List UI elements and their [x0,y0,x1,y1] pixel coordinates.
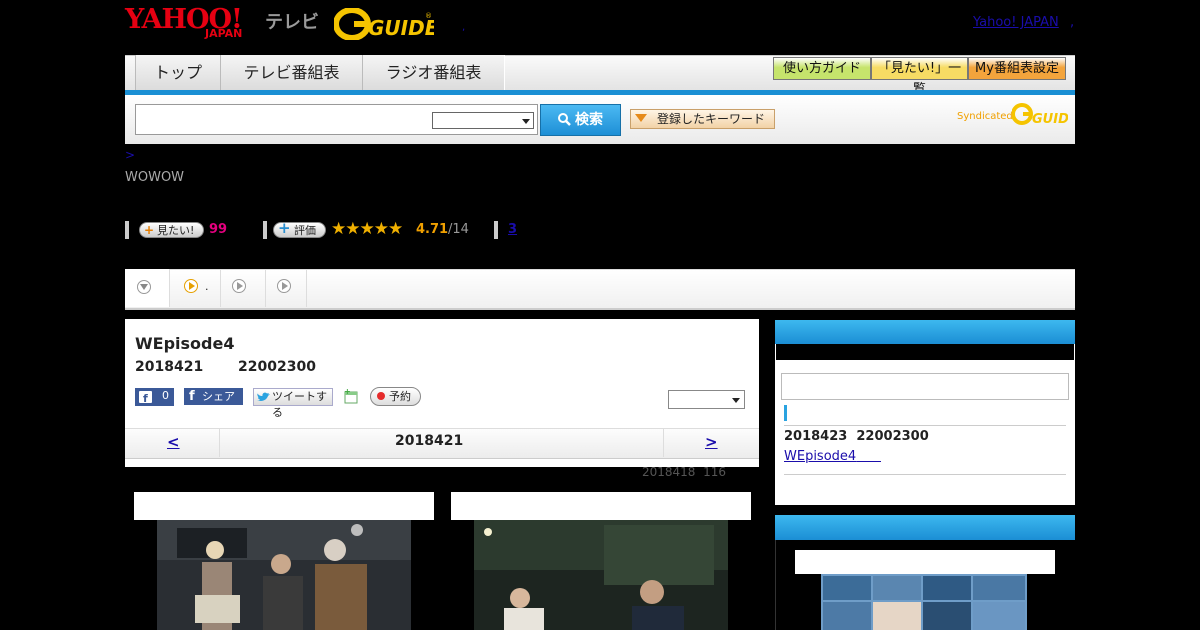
facebook-share-button[interactable]: f シェア [184,388,243,405]
chevron-down-icon [522,119,530,124]
update-meta: 2018418 116 [642,465,726,479]
rating-score: 4.71 [416,222,449,237]
update-count: 116 [703,465,726,479]
gguide-small-logo: GUIDE [1012,103,1068,126]
tab-3[interactable] [221,269,266,307]
nav-tab-radio-schedule[interactable]: ラジオ番組表 [362,55,505,90]
facebook-icon: f [189,389,195,404]
thumbnail-caption [134,492,434,520]
scene-photo[interactable] [157,520,411,630]
next-broadcast-datetime: 2018423 22002300 [784,429,929,444]
plus-icon: + [144,223,155,237]
svg-text:f: f [143,392,148,403]
facebook-like-count: 0 [162,389,169,402]
svg-text:+: + [344,388,351,396]
yahoo-japan-link[interactable]: Yahoo! JAPAN [973,15,1059,30]
sidebar-banner [776,344,1074,360]
mitai-label: 見たい! [157,224,195,237]
scene-photo[interactable] [474,520,728,630]
divider [263,221,267,239]
thumbnail-caption [451,492,751,520]
program-select[interactable] [668,390,745,409]
divider [219,428,220,457]
play-circle-icon [184,279,198,293]
divider [494,221,498,239]
next-broadcast-link[interactable]: WEpisode4 [784,449,881,464]
channel-name: WOWOW [125,170,185,185]
prev-date-link[interactable]: < [167,433,180,451]
divider [125,221,129,239]
rate-label: 評価 [294,224,316,237]
sidebar-header-2 [775,515,1075,540]
sidebar-promo-caption [795,550,1055,574]
rating-count: /14 [448,222,469,237]
section-marker [784,405,787,421]
add-to-calendar-icon[interactable]: + [343,388,359,404]
program-date: 2018421 [135,359,204,375]
chevron-down-icon [732,398,740,403]
search-button-label: 検索 [575,112,603,128]
search-genre-select[interactable] [432,112,534,129]
tv-logo[interactable]: テレビ [265,8,319,34]
rate-button[interactable]: + 評価 [273,219,326,238]
play-circle-icon [232,279,246,293]
breadcrumb[interactable]: > [125,148,135,162]
next-date-link[interactable]: > [705,433,718,451]
mitai-button[interactable]: + 見たい! [139,222,204,238]
search-button[interactable]: 検索 [540,104,621,136]
syndicated-label: Syndicated [957,111,1013,122]
facebook-icon: f [139,391,152,403]
my-schedule-settings-button[interactable]: My番組表設定 [968,57,1066,80]
divider [663,428,664,457]
header-separator: , [462,22,466,33]
svg-text:GUIDE: GUIDE [1032,112,1068,126]
program-time: 22002300 [238,359,316,375]
sidebar-header [775,320,1075,344]
gguide-logo[interactable]: GUIDE ® [334,8,434,40]
nav-tab-top[interactable]: トップ [135,55,221,90]
nav-tab-tv-schedule[interactable]: テレビ番組表 [220,55,363,90]
next-broadcast-title: WEpisode4 [784,449,857,464]
tab-2-label: . [205,280,209,293]
tab-overview[interactable] [125,269,170,307]
chevron-down-circle-icon [137,280,151,294]
tweet-button[interactable]: ツイートする [253,388,333,419]
play-circle-icon [277,279,291,293]
divider [784,474,1066,475]
search-icon [558,113,571,126]
sidebar-input[interactable] [781,373,1069,400]
tab-2[interactable]: . [170,269,221,307]
record-dot-icon [377,392,385,400]
promo-image[interactable] [821,574,1027,630]
review-count-link[interactable]: 3 [508,222,517,237]
svg-text:®: ® [425,12,432,20]
mitai-count: 99 [209,222,228,237]
next-broadcast-time: 22002300 [856,429,929,444]
registered-keywords-button[interactable]: 登録したキーワード [630,109,775,129]
header-link-separator: , [1070,15,1075,30]
program-title: WEpisode4 [135,334,235,353]
triangle-down-icon [635,114,647,122]
facebook-share-label: シェア [202,390,235,403]
next-broadcast-date: 2018423 [784,429,848,444]
yahoo-logo-japan: JAPAN [205,27,243,40]
current-date: 2018421 [395,433,464,449]
plus-icon: + [278,219,291,237]
mitai-list-button[interactable]: 「見たい!」一覧 [871,57,968,97]
rating-stars: ★★★★★ [331,219,403,239]
divider [784,425,1066,426]
update-date: 2018418 [642,465,696,479]
twitter-bird-icon [257,392,270,401]
tab-4[interactable] [266,269,307,307]
usage-guide-button[interactable]: 使い方ガイド [773,57,871,80]
